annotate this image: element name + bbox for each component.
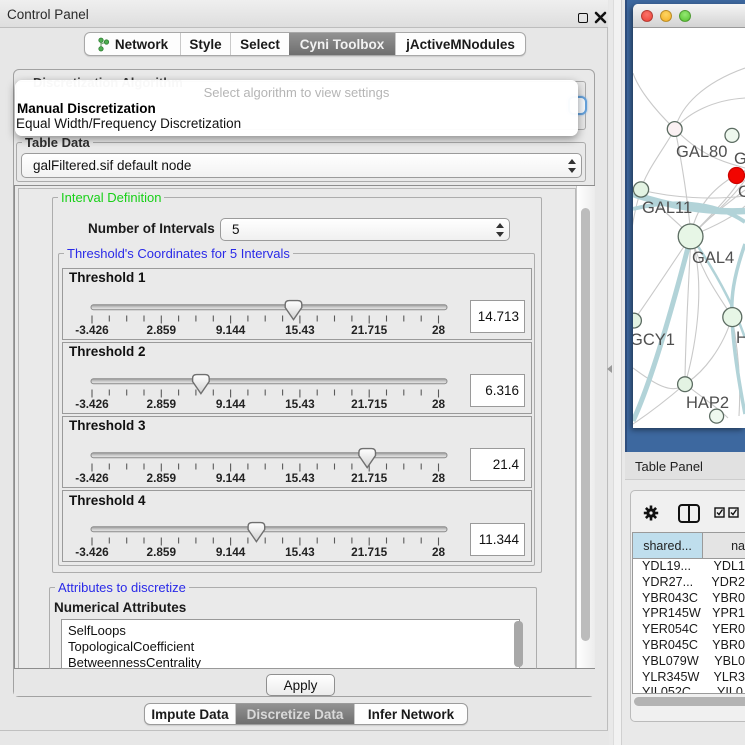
svg-text:-3.426: -3.426 [75, 545, 109, 559]
svg-text:C: C [738, 183, 745, 201]
svg-text:2.859: 2.859 [147, 323, 177, 337]
svg-text:28: 28 [432, 471, 446, 485]
svg-text:15.43: 15.43 [285, 397, 315, 411]
svg-text:9.144: 9.144 [216, 323, 246, 337]
svg-text:21.715: 21.715 [351, 545, 388, 559]
svg-text:21.715: 21.715 [351, 471, 388, 485]
svg-text:GCY1: GCY1 [633, 331, 675, 349]
svg-text:9.144: 9.144 [216, 545, 246, 559]
svg-text:GAL80: GAL80 [676, 143, 727, 161]
svg-text:-3.426: -3.426 [75, 471, 109, 485]
svg-text:28: 28 [432, 397, 446, 411]
svg-text:H: H [736, 329, 745, 347]
svg-text:15.43: 15.43 [285, 323, 315, 337]
svg-text:15.43: 15.43 [285, 545, 315, 559]
svg-text:-3.426: -3.426 [75, 397, 109, 411]
svg-text:9.144: 9.144 [216, 397, 246, 411]
svg-text:9.144: 9.144 [216, 471, 246, 485]
svg-text:2.859: 2.859 [147, 545, 177, 559]
svg-text:-3.426: -3.426 [75, 323, 109, 337]
svg-text:GAL11: GAL11 [642, 199, 692, 217]
svg-text:2.859: 2.859 [147, 397, 177, 411]
svg-text:GAL4: GAL4 [692, 249, 734, 267]
svg-text:28: 28 [432, 323, 446, 337]
svg-text:15.43: 15.43 [285, 471, 315, 485]
svg-text:2.859: 2.859 [147, 471, 177, 485]
svg-text:28: 28 [432, 545, 446, 559]
svg-text:G.: G. [734, 150, 745, 168]
svg-text:21.715: 21.715 [351, 323, 388, 337]
svg-text:21.715: 21.715 [351, 397, 388, 411]
svg-text:HAP2: HAP2 [686, 394, 729, 412]
